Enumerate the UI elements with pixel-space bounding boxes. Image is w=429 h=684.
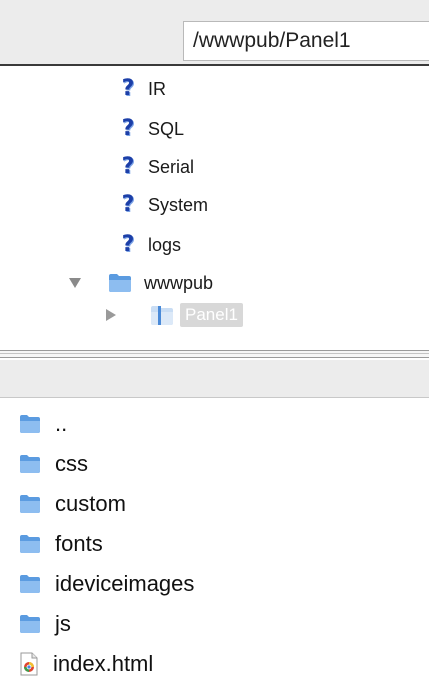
unknown-file-icon: ? xyxy=(121,154,135,179)
tree-item-label: SQL xyxy=(148,118,185,139)
tree-item-system[interactable]: ? System xyxy=(118,188,208,222)
file-name: js xyxy=(55,611,71,636)
folder-icon xyxy=(19,574,41,594)
list-item-custom[interactable]: custom xyxy=(0,484,429,524)
pane-splitter[interactable] xyxy=(0,350,429,358)
file-name: .. xyxy=(55,411,68,436)
tree-item-label: wwwpub xyxy=(144,272,214,293)
tree-item-wwwpub[interactable]: wwwpub xyxy=(68,266,213,300)
unknown-file-icon: ? xyxy=(121,232,135,257)
file-list: .. css custom fonts ideviceimages js ind… xyxy=(0,404,429,684)
folder-icon xyxy=(19,414,41,434)
list-item-index-html[interactable]: index.html xyxy=(0,644,429,684)
disclosure-collapsed-icon[interactable] xyxy=(104,308,118,322)
tree-item-label: IR xyxy=(148,78,166,99)
unknown-file-icon: ? xyxy=(121,192,135,217)
file-list-header xyxy=(0,360,429,398)
file-name: css xyxy=(55,451,88,476)
folder-icon xyxy=(19,454,41,474)
tree-item-label: logs xyxy=(148,234,182,255)
file-name: ideviceimages xyxy=(55,571,195,596)
list-item-css[interactable]: css xyxy=(0,444,429,484)
path-field[interactable]: /wwwpub/Panel1 xyxy=(183,21,429,61)
selected-tree-label: Panel1 xyxy=(180,303,243,327)
folder-icon xyxy=(19,494,41,514)
file-name: custom xyxy=(55,491,126,516)
file-name: fonts xyxy=(55,531,103,556)
list-item-fonts[interactable]: fonts xyxy=(0,524,429,564)
path-bar: /wwwpub/Panel1 xyxy=(0,0,429,66)
unknown-file-icon: ? xyxy=(121,76,135,101)
disclosure-expanded-icon[interactable] xyxy=(68,276,82,290)
html-file-icon xyxy=(19,652,39,676)
list-item-parent-folder[interactable]: .. xyxy=(0,404,429,444)
list-item-ideviceimages[interactable]: ideviceimages xyxy=(0,564,429,604)
tree-item-serial[interactable]: ? Serial xyxy=(118,150,194,184)
folder-tree: ? IR ? SQL ? Serial ? System ? logs wwwp… xyxy=(0,66,429,348)
folder-icon xyxy=(150,304,174,326)
tree-item-logs[interactable]: ? logs xyxy=(118,228,181,262)
tree-item-sql[interactable]: ? SQL xyxy=(118,112,184,146)
tree-item-ir[interactable]: ? IR xyxy=(118,72,166,106)
folder-icon xyxy=(19,534,41,554)
unknown-file-icon: ? xyxy=(121,116,135,141)
tree-item-panel1[interactable]: Panel1 xyxy=(104,298,243,332)
tree-item-label: Serial xyxy=(148,156,195,177)
list-item-js[interactable]: js xyxy=(0,604,429,644)
folder-icon xyxy=(19,614,41,634)
folder-icon xyxy=(108,273,132,293)
tree-item-label: System xyxy=(148,194,209,215)
file-name: index.html xyxy=(53,651,154,676)
